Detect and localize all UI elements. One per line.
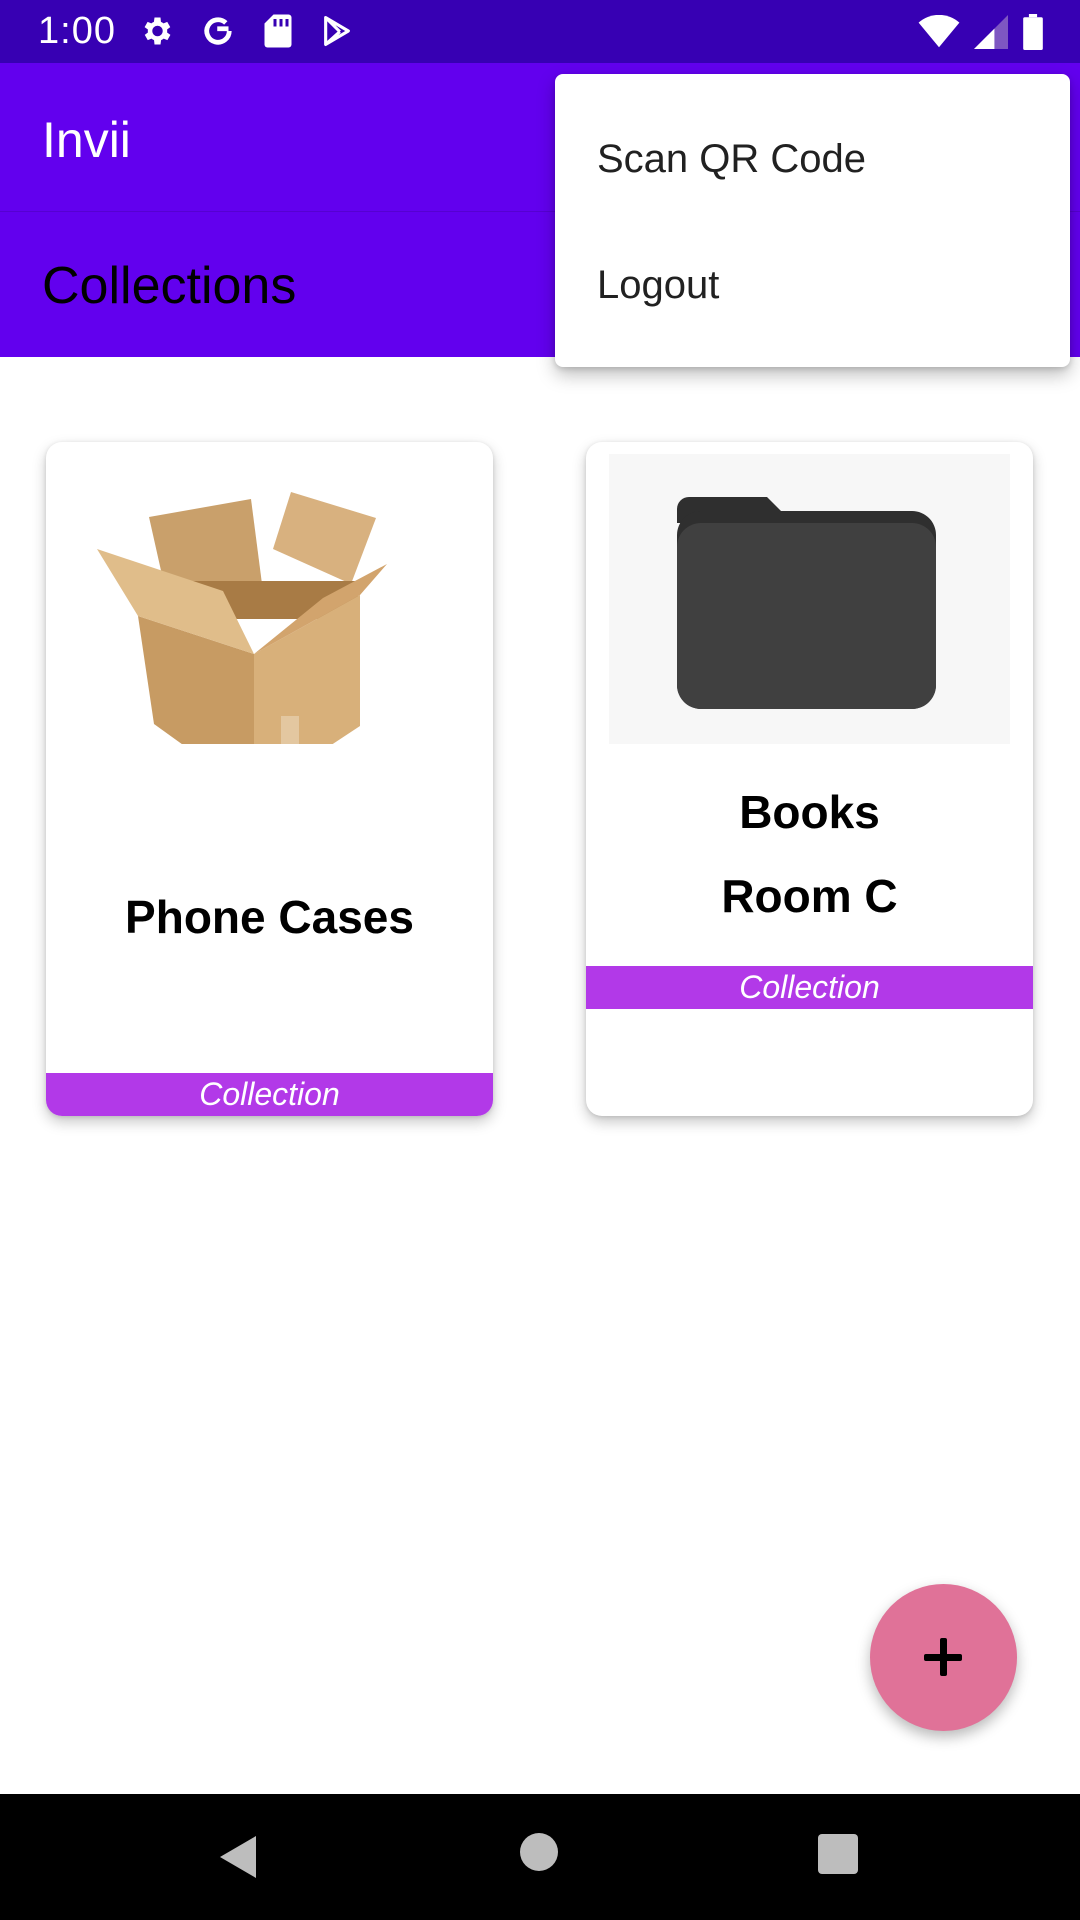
status-time: 1:00 [38,10,116,52]
menu-item-scan-qr-code[interactable]: Scan QR Code [555,104,1070,214]
cardboard-box-image [97,492,387,744]
recents-icon[interactable] [818,1834,858,1874]
collection-card-books[interactable]: Books Room C Collection [586,442,1033,1116]
card-type-badge: Collection [586,966,1033,1009]
battery-icon [1023,14,1043,50]
card-type-badge: Collection [46,1073,493,1116]
play-store-icon [324,15,350,47]
overflow-menu: Scan QR Code Logout [555,74,1070,367]
cell-signal-icon [974,15,1008,49]
add-collection-button[interactable] [870,1584,1017,1731]
status-bar: 1:00 [0,0,1080,63]
folder-icon [609,454,1010,744]
collection-card-phone-cases[interactable]: Phone Cases Collection [46,442,493,1116]
sd-card-icon [264,14,292,48]
settings-icon [144,17,171,45]
section-title: Collections [42,257,297,315]
navigation-bar [0,1794,1080,1920]
back-icon[interactable] [216,1832,260,1882]
home-icon[interactable] [520,1833,558,1871]
wifi-icon [918,15,960,48]
app-title: Invii [42,112,131,168]
menu-item-logout[interactable]: Logout [555,230,1070,340]
card-subtitle: Room C [721,870,898,922]
google-icon [204,17,232,45]
card-title: Phone Cases [125,891,414,943]
card-title: Books [739,786,880,838]
